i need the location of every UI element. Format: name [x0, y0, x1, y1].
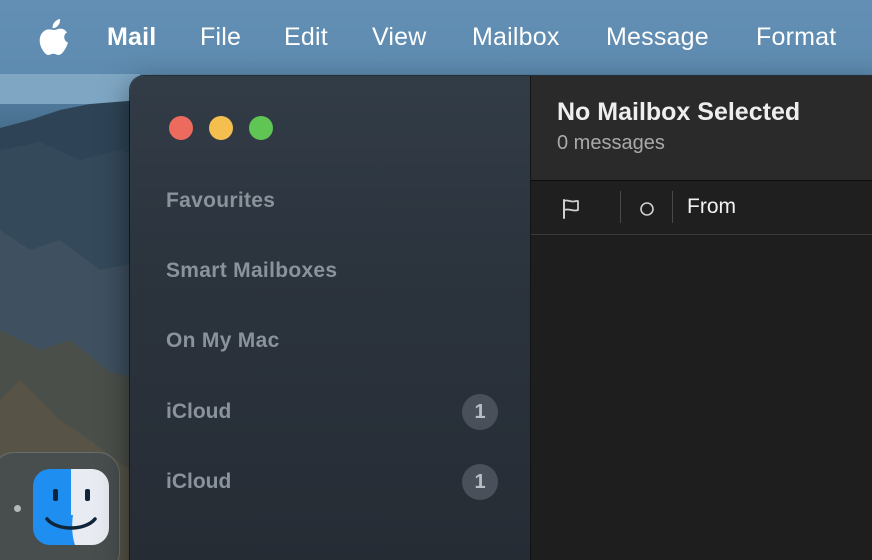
sidebar-account-icloud[interactable]: iCloud 1 [166, 394, 498, 430]
message-list-pane: No Mailbox Selected 0 messages From [531, 76, 872, 560]
sidebar-account-icloud[interactable]: iCloud 1 [166, 464, 498, 500]
column-separator[interactable] [672, 191, 673, 223]
finder-icon[interactable] [33, 469, 109, 545]
column-header-bar: From [531, 181, 872, 235]
unread-count-badge: 1 [462, 394, 498, 430]
unread-count-badge: 1 [462, 464, 498, 500]
mail-window: Favourites Smart Mailboxes On My Mac iCl… [130, 76, 872, 560]
column-separator[interactable] [620, 191, 621, 223]
mailbox-sidebar: Favourites Smart Mailboxes On My Mac iCl… [130, 76, 531, 560]
sidebar-section-on-my-mac[interactable]: On My Mac [166, 329, 280, 353]
menu-edit[interactable]: Edit [284, 0, 328, 74]
sidebar-account-label: iCloud [166, 470, 232, 493]
menu-mailbox[interactable]: Mailbox [472, 0, 560, 74]
mailbox-title: No Mailbox Selected [557, 98, 801, 126]
menu-file[interactable]: File [200, 0, 241, 74]
message-list-header: No Mailbox Selected 0 messages [531, 76, 872, 181]
column-from-header[interactable]: From [687, 195, 736, 219]
menu-message[interactable]: Message [606, 0, 709, 74]
menu-bar: Mail File Edit View Mailbox Message Form… [0, 0, 872, 74]
flag-icon[interactable] [559, 197, 583, 221]
message-count: 0 messages [557, 132, 665, 154]
sidebar-account-label: iCloud [166, 400, 232, 423]
menu-app-mail[interactable]: Mail [107, 0, 156, 74]
sidebar-section-smart-mailboxes[interactable]: Smart Mailboxes [166, 259, 337, 283]
menu-format[interactable]: Format [756, 0, 836, 74]
apple-logo-icon[interactable] [38, 18, 70, 56]
dock-running-indicator [14, 505, 21, 512]
window-close-button[interactable] [169, 116, 193, 140]
window-zoom-button[interactable] [249, 116, 273, 140]
unread-dot-icon[interactable] [639, 201, 655, 217]
window-minimize-button[interactable] [209, 116, 233, 140]
sidebar-section-favourites[interactable]: Favourites [166, 189, 275, 213]
menu-view[interactable]: View [372, 0, 427, 74]
